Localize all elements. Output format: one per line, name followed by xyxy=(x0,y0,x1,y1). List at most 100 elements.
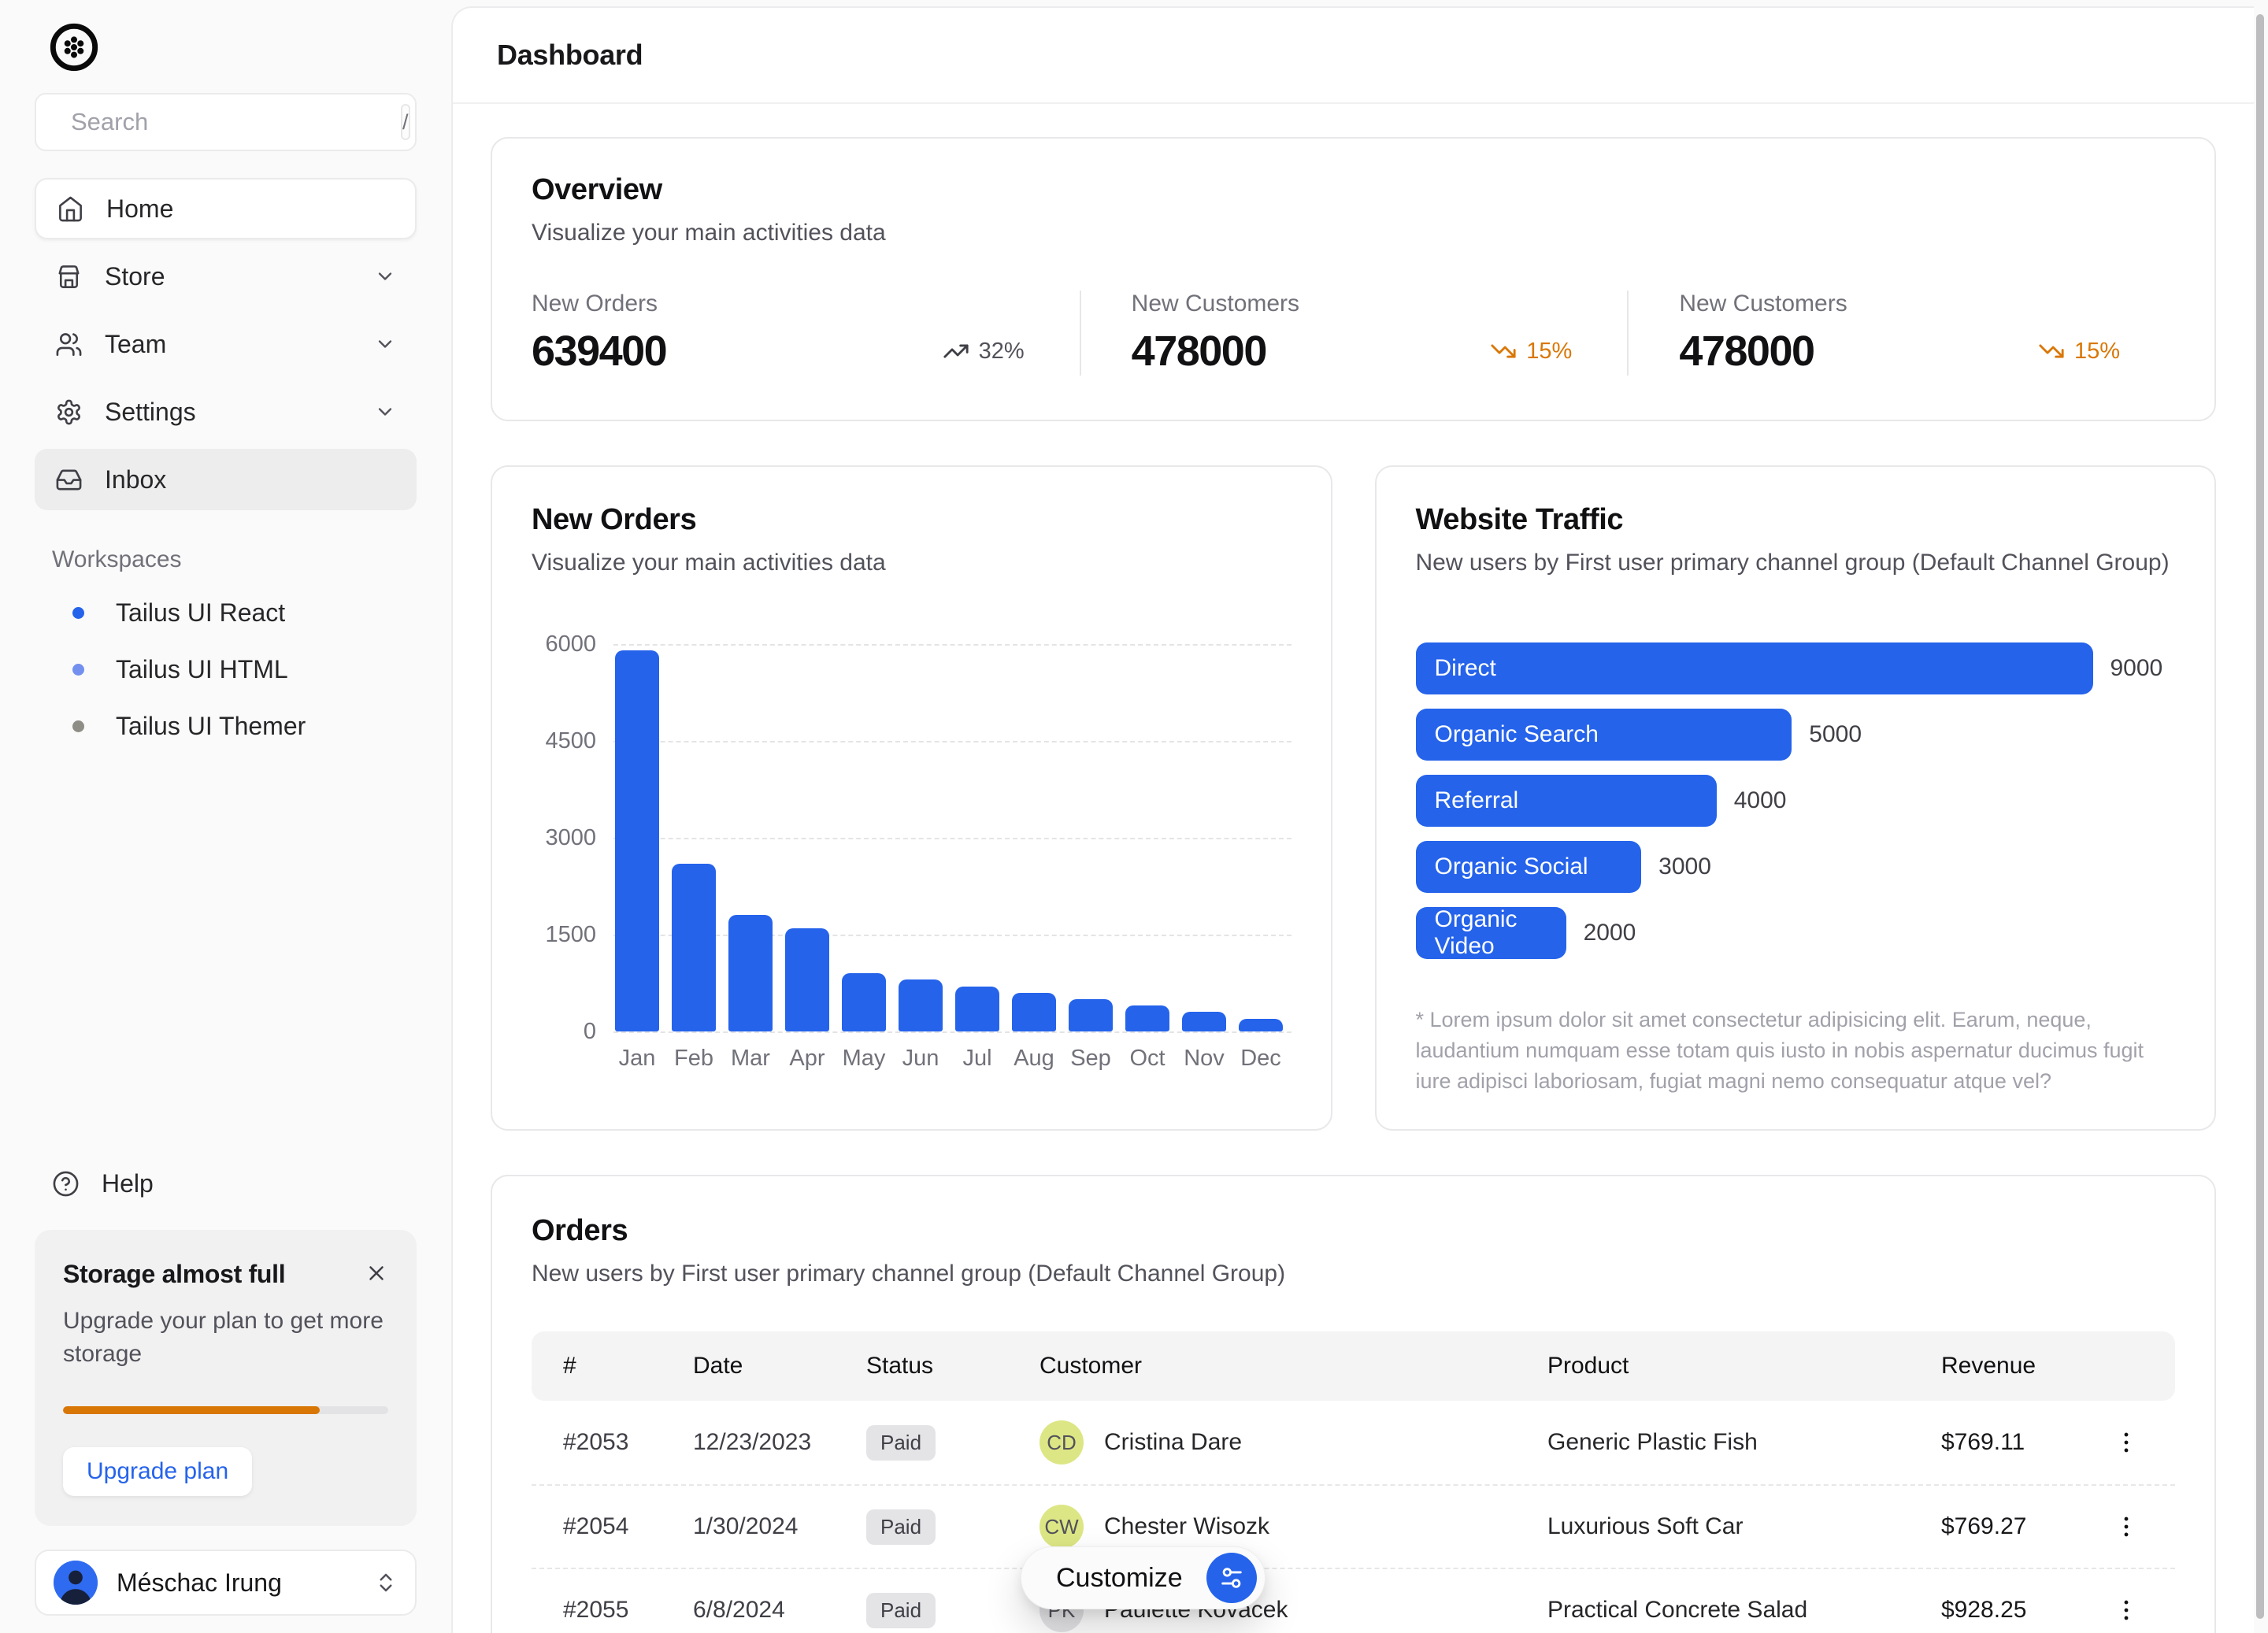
workspace-item-tailus-ui-html[interactable]: Tailus UI HTML xyxy=(35,641,417,698)
bar-jan xyxy=(615,650,659,1031)
x-axis-label: Oct xyxy=(1125,1046,1169,1072)
sidebar-item-inbox[interactable]: Inbox xyxy=(35,449,417,510)
customize-button[interactable]: Customize xyxy=(1021,1546,1266,1609)
row-menu-button[interactable] xyxy=(2110,1594,2142,1626)
page-title: Dashboard xyxy=(497,39,643,72)
horizontal-bar-chart: Direct9000Organic Search5000Referral4000… xyxy=(1416,642,2176,959)
home-icon xyxy=(57,195,84,223)
trend-value: 15% xyxy=(2074,339,2120,365)
search-box: / xyxy=(35,93,417,151)
table-row[interactable]: #2055 6/8/2024 Paid PK Paulette Kovacek … xyxy=(532,1568,2175,1633)
close-icon[interactable] xyxy=(365,1261,388,1285)
y-axis-tick: 1500 xyxy=(545,922,596,948)
traffic-bar-organic-search: Organic Search xyxy=(1416,709,1792,761)
customer-name: Cristina Dare xyxy=(1104,1429,1242,1456)
stat-value: 478000 xyxy=(1132,327,1266,376)
workspace-item-tailus-ui-themer[interactable]: Tailus UI Themer xyxy=(35,698,417,754)
status-badge: Paid xyxy=(866,1509,936,1545)
traffic-row: Organic Search5000 xyxy=(1416,709,2176,761)
storage-alert-card: Storage almost full Upgrade your plan to… xyxy=(35,1230,417,1526)
traffic-bar-organic-social: Organic Social xyxy=(1416,841,1642,893)
workspaces-list: Tailus UI React Tailus UI HTML Tailus UI… xyxy=(35,584,417,754)
bar-sep xyxy=(1069,999,1113,1031)
bar-mar xyxy=(728,915,773,1031)
traffic-value: 2000 xyxy=(1584,920,1636,946)
order-id: #2055 xyxy=(532,1597,693,1624)
bar-apr xyxy=(785,928,829,1031)
traffic-row: Organic Video 2000 xyxy=(1416,907,2176,959)
bar-jul xyxy=(955,987,999,1031)
bar-may xyxy=(842,973,886,1031)
workspace-label: Tailus UI Themer xyxy=(116,712,306,741)
stat-value: 478000 xyxy=(1679,327,1814,376)
workspace-label: Tailus UI React xyxy=(116,598,285,628)
workspace-dot xyxy=(72,720,84,732)
workspace-item-tailus-ui-react[interactable]: Tailus UI React xyxy=(35,584,417,641)
workspace-dot xyxy=(72,607,84,619)
kebab-icon xyxy=(2113,1597,2140,1624)
orders-subtitle: New users by First user primary channel … xyxy=(532,1261,2175,1287)
traffic-value: 3000 xyxy=(1658,854,1711,880)
customer-name: Chester Wisozk xyxy=(1104,1513,1269,1540)
search-input[interactable] xyxy=(71,108,385,136)
row-menu-button[interactable] xyxy=(2110,1427,2142,1458)
sidebar-item-label: Team xyxy=(105,330,352,359)
bars-group xyxy=(615,650,1292,1031)
col-header-status: Status xyxy=(866,1353,1040,1379)
col-header-id: # xyxy=(532,1353,693,1379)
y-axis-tick: 3000 xyxy=(545,825,596,851)
team-icon xyxy=(55,331,83,358)
gridline: 0 xyxy=(613,1031,1292,1033)
traffic-bar-organic-video: Organic Video xyxy=(1416,907,1566,959)
x-axis-label: Jun xyxy=(899,1046,943,1072)
sidebar-item-store[interactable]: Store xyxy=(35,246,417,307)
chart-title: Website Traffic xyxy=(1416,503,2176,537)
page-header: Dashboard xyxy=(453,8,2254,104)
orders-table: # Date Status Customer Product Revenue #… xyxy=(532,1331,2175,1633)
chart-subtitle: Visualize your main activities data xyxy=(532,550,1292,576)
trend-up-indicator: 32% xyxy=(943,338,1025,365)
sidebar-item-team[interactable]: Team xyxy=(35,313,417,375)
vertical-scrollbar-thumb[interactable] xyxy=(2256,14,2264,1619)
trend-value: 32% xyxy=(979,339,1025,365)
traffic-value: 9000 xyxy=(2110,655,2163,682)
table-row[interactable]: #2053 12/23/2023 Paid CD Cristina Dare G… xyxy=(532,1401,2175,1484)
store-icon xyxy=(55,263,83,291)
status-badge: Paid xyxy=(866,1425,936,1461)
stat-new-customers-2: New Customers 478000 15% xyxy=(1627,291,2175,376)
storage-title: Storage almost full xyxy=(63,1260,285,1289)
storage-message: Upgrade your plan to get more storage xyxy=(63,1305,388,1372)
x-axis-label: Mar xyxy=(728,1046,773,1072)
table-header-row: # Date Status Customer Product Revenue xyxy=(532,1331,2175,1401)
sidebar-item-home[interactable]: Home xyxy=(35,178,417,239)
y-axis-tick: 4500 xyxy=(545,728,596,754)
chevron-down-icon xyxy=(374,401,396,423)
user-menu[interactable]: Méschac Irung xyxy=(35,1550,417,1616)
row-menu-button[interactable] xyxy=(2110,1511,2142,1542)
product-name: Practical Concrete Salad xyxy=(1547,1597,1941,1624)
customer-avatar: CD xyxy=(1040,1420,1084,1465)
sidebar-item-label: Settings xyxy=(105,398,352,427)
col-header-revenue: Revenue xyxy=(1941,1353,2110,1379)
customize-label: Customize xyxy=(1056,1563,1183,1594)
sidebar-item-settings[interactable]: Settings xyxy=(35,381,417,443)
order-date: 12/23/2023 xyxy=(693,1429,866,1456)
order-id: #2053 xyxy=(532,1429,693,1456)
bar-oct xyxy=(1125,1005,1169,1031)
upgrade-plan-button[interactable]: Upgrade plan xyxy=(63,1447,252,1496)
chevrons-up-down-icon xyxy=(374,1571,398,1594)
sidebar-item-label: Home xyxy=(106,194,395,224)
x-axis-label: Dec xyxy=(1239,1046,1283,1072)
product-name: Generic Plastic Fish xyxy=(1547,1429,1941,1456)
trending-down-icon xyxy=(2038,338,2065,365)
bar-feb xyxy=(672,864,716,1031)
y-axis-tick: 6000 xyxy=(545,631,596,657)
table-row[interactable]: #2054 1/30/2024 Paid CW Chester Wisozk L… xyxy=(532,1484,2175,1568)
chart-footnote: * Lorem ipsum dolor sit amet consectetur… xyxy=(1416,1005,2176,1097)
help-button[interactable]: Help xyxy=(35,1169,417,1198)
bar-jun xyxy=(899,979,943,1031)
workspace-label: Tailus UI HTML xyxy=(116,655,288,684)
traffic-bar-direct: Direct xyxy=(1416,642,2093,694)
gridline: 6000 xyxy=(613,644,1292,646)
status-badge: Paid xyxy=(866,1593,936,1628)
